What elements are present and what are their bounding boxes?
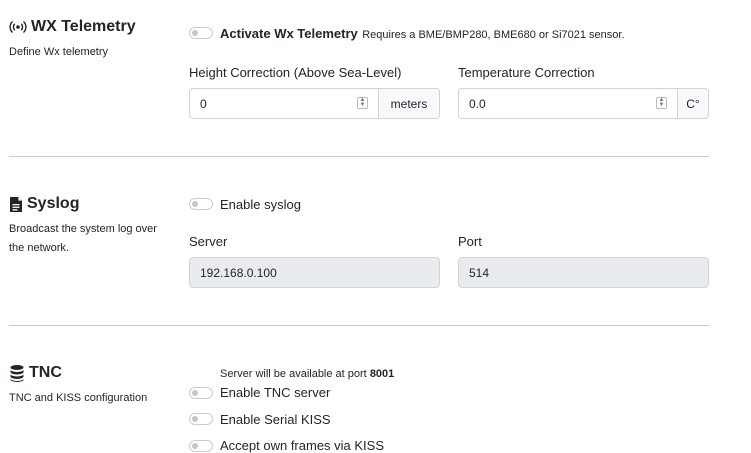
tnc-server-hint: Server will be available at port 8001 [220, 368, 394, 380]
temperature-correction-label: Temperature Correction [458, 65, 595, 80]
tnc-section-title: TNC [9, 364, 62, 382]
tnc-description: TNC and KISS configuration [9, 392, 148, 404]
tnc-server-toggle[interactable] [189, 387, 213, 399]
height-unit-addon: meters [379, 88, 440, 119]
height-correction-label: Height Correction (Above Sea-Level) [189, 65, 402, 80]
wx-sensor-hint: Requires a BME/BMP280, BME680 or Si7021 … [362, 29, 625, 41]
wx-activate-label: Activate Wx Telemetry [220, 26, 358, 41]
tnc-server-hint-port: 8001 [369, 368, 395, 380]
syslog-port-label: Port [458, 234, 482, 249]
temperature-correction-input[interactable]: 0.0 ▲ ▼ [458, 88, 678, 119]
wx-description: Define Wx telemetry [9, 46, 109, 58]
serial-kiss-toggle-label: Enable Serial KISS [220, 412, 331, 427]
syslog-port-input[interactable]: 514 [458, 257, 709, 288]
serial-kiss-toggle[interactable] [189, 413, 213, 425]
syslog-toggle[interactable] [189, 198, 213, 210]
wx-title-text: WX Telemetry [31, 18, 136, 35]
temperature-correction-value: 0.0 [469, 96, 486, 111]
height-correction-input[interactable]: 0 ▲ ▼ [189, 88, 379, 119]
syslog-description: Broadcast the system log over the networ… [9, 223, 157, 254]
syslog-server-value: 192.168.0.100 [200, 265, 277, 280]
height-correction-value: 0 [200, 96, 207, 111]
tnc-title-text: TNC [29, 364, 62, 381]
wx-section-title: WX Telemetry [9, 18, 136, 36]
syslog-server-label: Server [189, 234, 228, 249]
temperature-unit-addon: C° [678, 88, 709, 119]
syslog-toggle-label: Enable syslog [220, 197, 301, 212]
wx-activate-toggle[interactable] [189, 27, 213, 39]
syslog-title-text: Syslog [27, 195, 80, 212]
section-divider [9, 325, 709, 326]
height-stepper-icon[interactable]: ▲ ▼ [357, 97, 368, 109]
broadcast-icon [9, 19, 27, 35]
database-icon [9, 364, 25, 382]
file-text-icon [9, 196, 23, 213]
syslog-section-title: Syslog [9, 195, 79, 213]
tnc-server-toggle-label: Enable TNC server [220, 385, 331, 400]
syslog-port-value: 514 [469, 265, 490, 280]
section-divider [9, 156, 709, 157]
own-frames-toggle[interactable] [189, 440, 213, 452]
tnc-server-hint-text: Server will be available at port [220, 368, 367, 380]
temperature-stepper-icon[interactable]: ▲ ▼ [656, 97, 667, 109]
syslog-server-input[interactable]: 192.168.0.100 [189, 257, 440, 288]
wx-activate-row: Activate Wx Telemetry Requires a BME/BMP… [220, 25, 625, 43]
